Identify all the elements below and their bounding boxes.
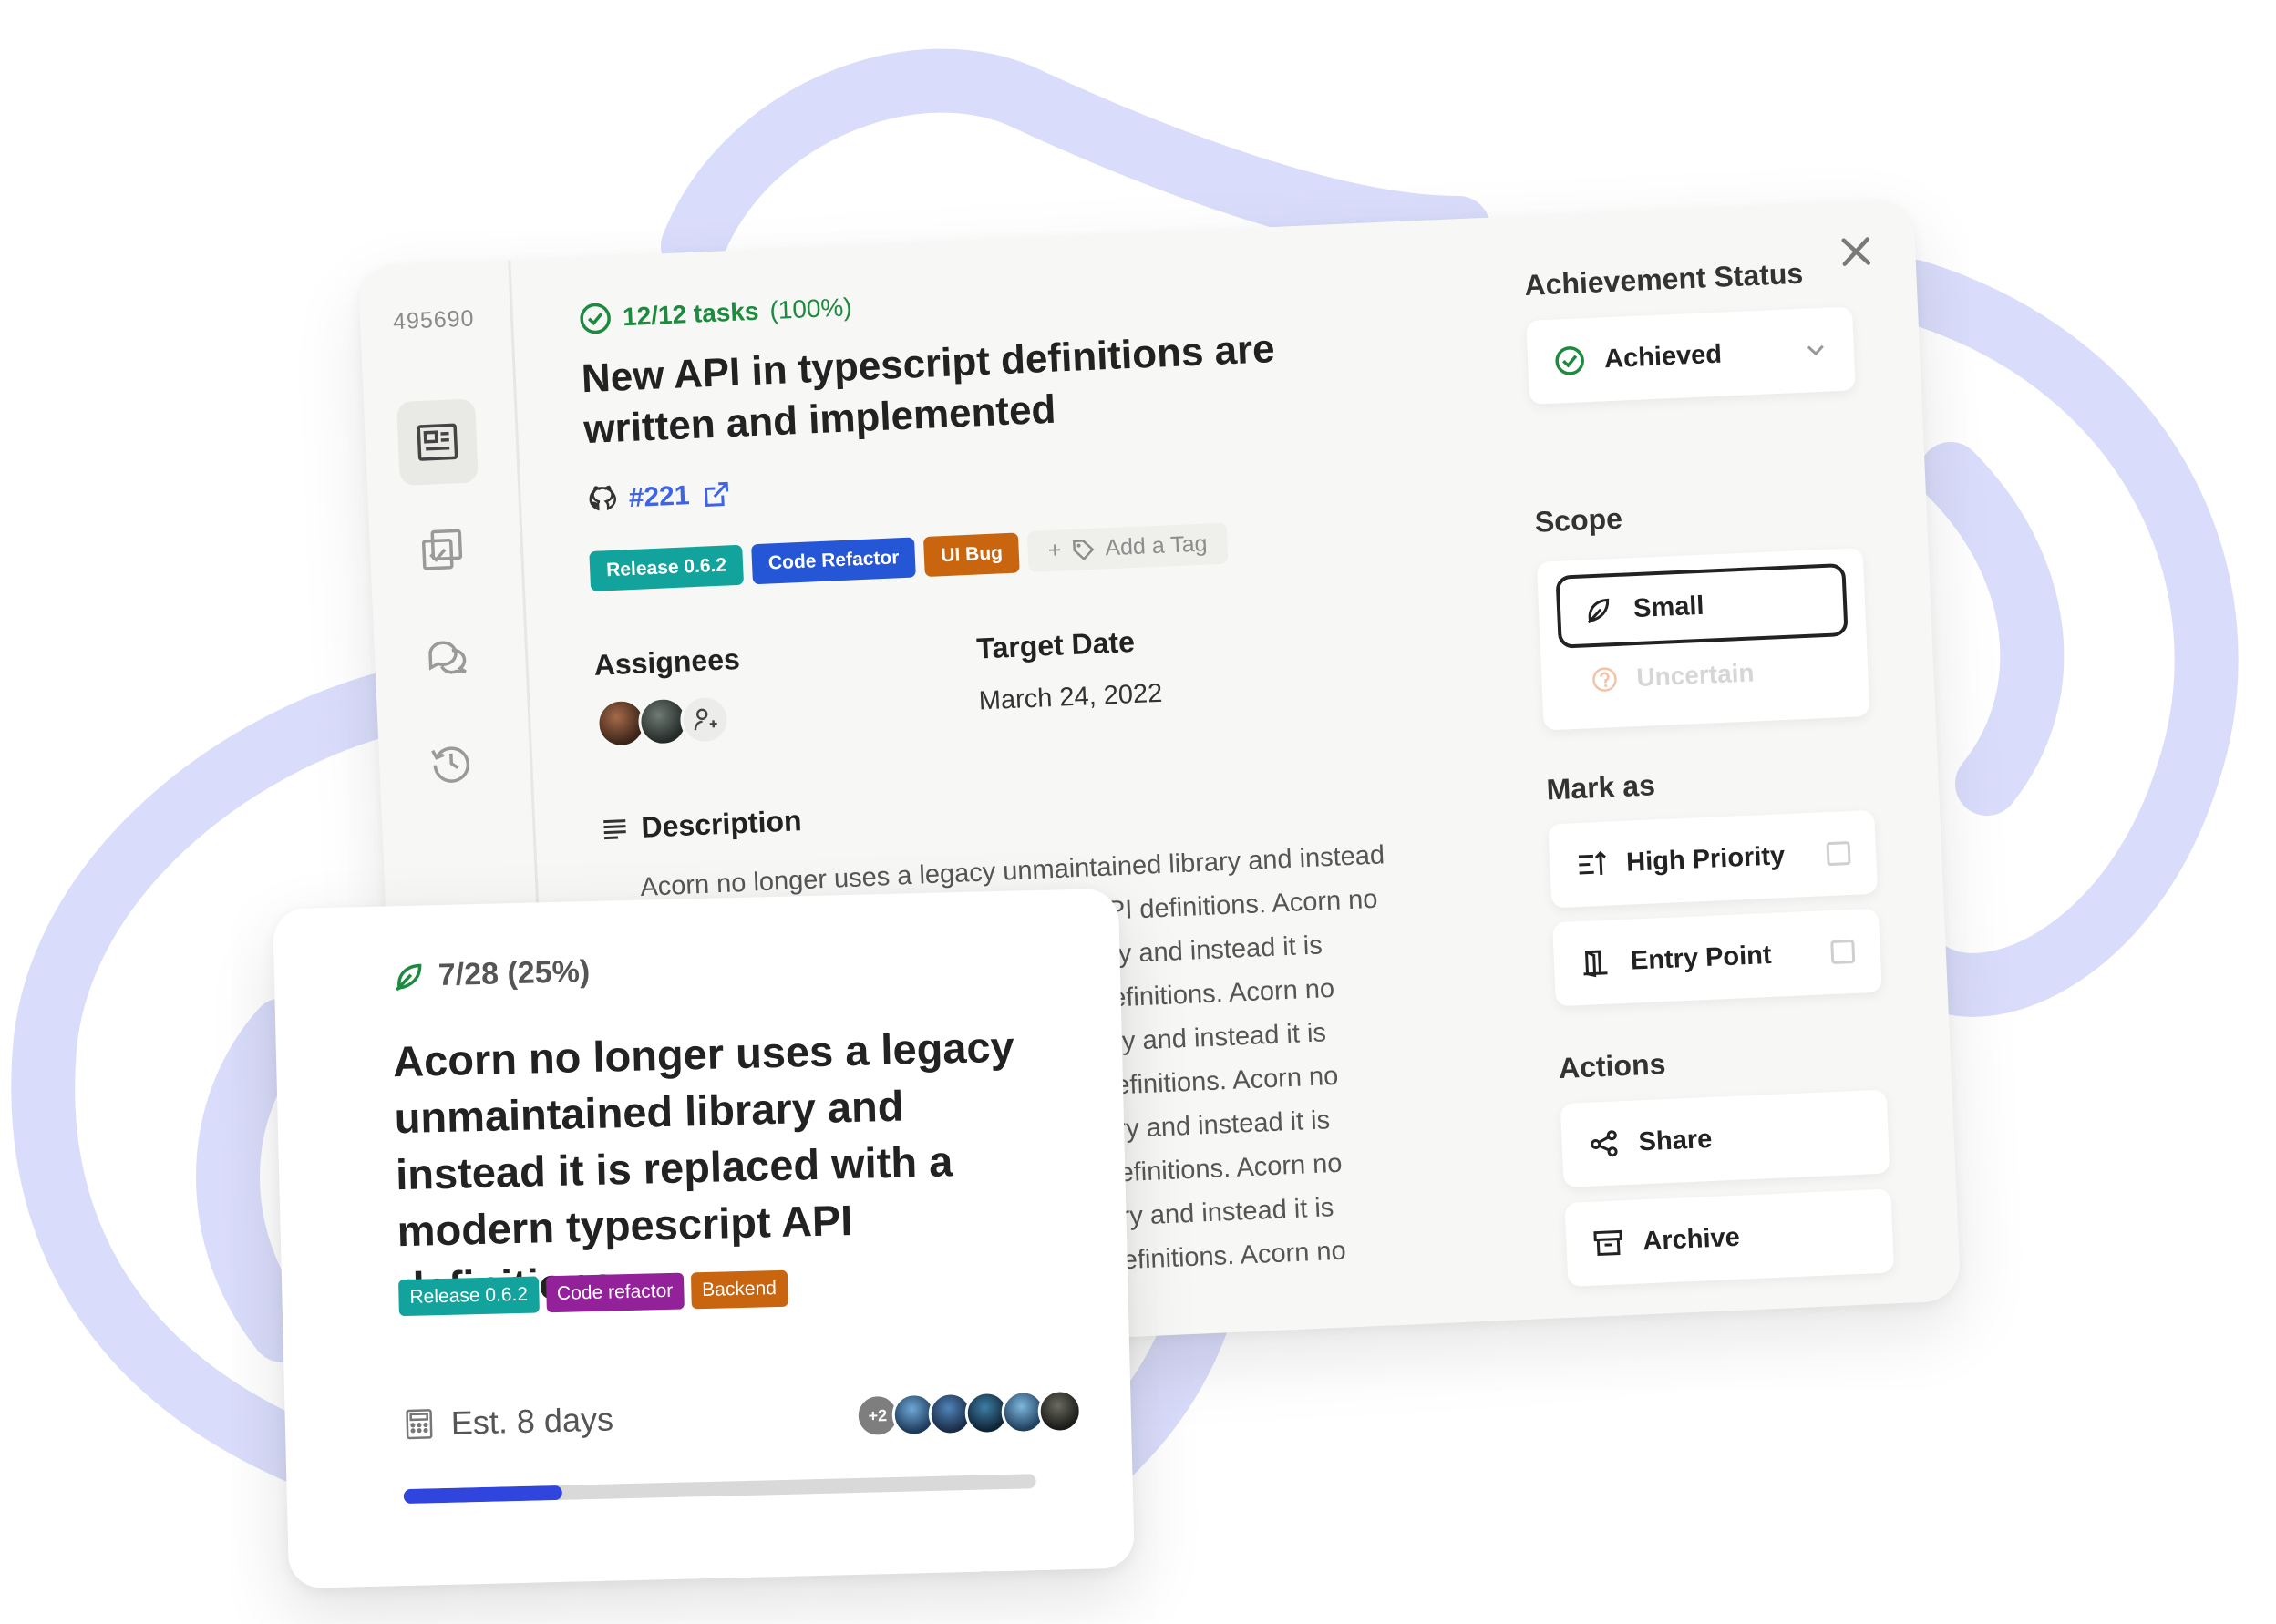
add-assignee-button[interactable] xyxy=(679,694,731,745)
leaf-icon xyxy=(1587,598,1610,624)
mark-entry-point[interactable]: Entry Point xyxy=(1552,908,1882,1007)
chevron-down-icon xyxy=(1807,344,1824,356)
scope-selector: Small Uncertain xyxy=(1536,548,1870,731)
high-priority-checkbox[interactable] xyxy=(1826,841,1851,867)
assignee-avatars xyxy=(595,694,731,749)
entry-point-checkbox[interactable] xyxy=(1830,939,1856,965)
archive-label: Archive xyxy=(1642,1222,1741,1256)
check-circle-icon xyxy=(580,303,611,334)
archive-icon xyxy=(1593,1229,1622,1257)
mark-high-priority[interactable]: High Priority xyxy=(1548,809,1879,909)
achievement-status-value: Achieved xyxy=(1603,339,1723,374)
tag-release[interactable]: Release 0.6.2 xyxy=(398,1276,540,1317)
github-icon xyxy=(589,485,617,511)
tag-ui-bug[interactable]: UI Bug xyxy=(923,532,1020,577)
card-estimate: Est. 8 days xyxy=(401,1400,613,1444)
tag-icon xyxy=(1072,539,1095,560)
achievement-status-label: Achievement Status xyxy=(1523,256,1804,302)
share-button[interactable]: Share xyxy=(1560,1089,1890,1188)
rail-history-button[interactable] xyxy=(410,719,492,807)
actions-label: Actions xyxy=(1558,1047,1667,1085)
calculator-icon xyxy=(406,1409,433,1440)
issue-id: 495690 xyxy=(392,305,476,335)
rail-comments-button[interactable] xyxy=(406,612,488,700)
door-icon xyxy=(1583,950,1608,978)
issue-tags: Release 0.6.2 Code Refactor UI Bug + Add… xyxy=(589,522,1229,591)
assignees-label: Assignees xyxy=(592,642,741,682)
github-issue-number: #221 xyxy=(628,480,691,514)
card-progress-bar-fill xyxy=(403,1485,562,1505)
tag-backend[interactable]: Backend xyxy=(690,1269,788,1310)
history-icon xyxy=(431,746,470,783)
scope-uncertain-label: Uncertain xyxy=(1635,658,1756,693)
card-progress-bar xyxy=(403,1474,1036,1505)
plus-icon: + xyxy=(1047,537,1063,564)
entry-point-label: Entry Point xyxy=(1630,940,1773,976)
add-tag-label: Add a Tag xyxy=(1104,530,1209,561)
leaf-icon xyxy=(395,963,422,991)
task-percent: (100%) xyxy=(768,293,853,325)
tag-release[interactable]: Release 0.6.2 xyxy=(589,544,744,591)
target-date-label: Target Date xyxy=(975,625,1136,665)
task-progress: 12/12 tasks (100%) xyxy=(578,291,852,335)
target-date-value[interactable]: March 24, 2022 xyxy=(978,679,1163,717)
avatar[interactable] xyxy=(1037,1388,1083,1434)
scope-label: Scope xyxy=(1534,501,1623,539)
mark-as-label: Mark as xyxy=(1545,768,1656,807)
scope-option-small[interactable]: Small xyxy=(1555,562,1849,649)
description-label: Description xyxy=(640,804,803,844)
github-issue-link[interactable]: #221 xyxy=(586,478,732,516)
tag-code-refactor[interactable]: Code Refactor xyxy=(751,536,917,584)
tag-code-refactor[interactable]: Code refactor xyxy=(545,1272,685,1313)
share-icon xyxy=(1591,1130,1618,1157)
question-circle-icon xyxy=(1592,667,1617,692)
achievement-status-select[interactable]: Achieved xyxy=(1526,306,1856,405)
priority-icon xyxy=(1578,850,1607,876)
card-progress: 7/28 (25%) xyxy=(390,953,591,994)
rail-details-button[interactable] xyxy=(396,398,479,487)
task-count: 12/12 tasks xyxy=(622,296,760,332)
rail-tasks-button[interactable] xyxy=(401,506,483,593)
details-icon xyxy=(417,423,458,461)
comments-icon xyxy=(428,641,467,674)
description-heading: Description xyxy=(601,804,802,847)
card-progress-text: 7/28 (25%) xyxy=(438,953,591,993)
card-estimate-text: Est. 8 days xyxy=(450,1400,614,1442)
share-label: Share xyxy=(1637,1124,1713,1156)
add-person-icon xyxy=(694,708,717,731)
check-circle-icon xyxy=(1555,346,1584,375)
scope-option-uncertain[interactable]: Uncertain xyxy=(1591,658,1755,694)
scope-small-label: Small xyxy=(1632,591,1705,623)
external-link-icon xyxy=(704,481,728,507)
tasks-icon xyxy=(421,529,463,570)
task-card[interactable]: 7/28 (25%) Acorn no longer uses a legacy… xyxy=(273,888,1135,1589)
archive-button[interactable]: Archive xyxy=(1564,1188,1895,1287)
add-tag-button[interactable]: + Add a Tag xyxy=(1026,522,1229,573)
high-priority-label: High Priority xyxy=(1625,840,1786,878)
close-button[interactable] xyxy=(1836,231,1876,272)
issue-title: New API in typescript definitions are wr… xyxy=(580,326,1276,453)
card-assignees: +2 xyxy=(855,1388,1083,1438)
close-icon xyxy=(1841,237,1871,266)
text-lines-icon xyxy=(603,818,626,839)
